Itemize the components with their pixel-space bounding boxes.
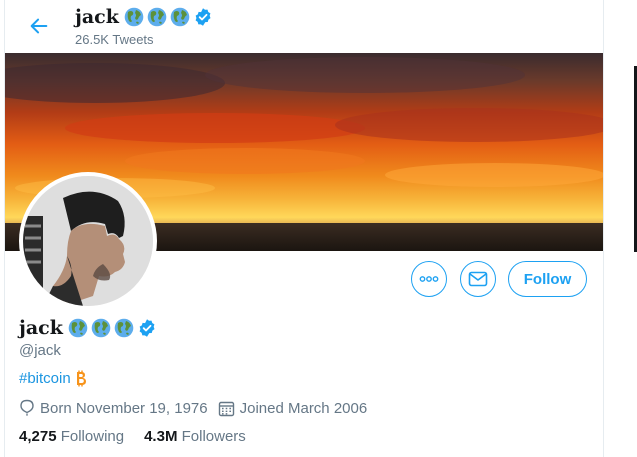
more-horizontal-icon [419,276,439,282]
globe-europe-africa-icon [147,7,167,27]
bio-hashtag-link[interactable]: #bitcoin [19,370,71,387]
profile-column: jack 26.5K Tweets Follow jack @jack #bit… [4,0,604,457]
joined-date: Joined March 2006 [218,399,368,417]
profile-emoji-row [68,318,157,338]
profile-bio: #bitcoin [19,370,87,387]
following-label: Following [60,428,125,445]
profile-avatar[interactable] [19,172,157,310]
following-link[interactable]: 4,275 Following [19,428,124,445]
following-count: 4,275 [19,428,57,445]
profile-meta: Born November 19, 1976 Joined March 2006 [19,399,367,417]
header-title: jack [75,4,213,30]
calendar-icon [218,401,234,416]
globe-asia-australia-icon [114,318,134,338]
verified-badge-icon [193,7,213,27]
profile-name-row: jack [19,317,157,339]
arrow-left-icon [30,18,48,34]
born-date-text: Born November 19, 1976 [40,399,208,417]
followers-count: 4.3M [144,428,178,445]
globe-americas-icon [68,318,88,338]
more-options-button[interactable] [411,261,447,297]
globe-americas-icon [124,7,144,27]
message-button[interactable] [460,261,496,297]
header-name: jack [75,6,119,28]
followers-link[interactable]: 4.3M Followers [144,428,246,445]
born-date: Born November 19, 1976 [19,399,208,417]
envelope-icon [468,271,488,287]
globe-asia-australia-icon [170,7,190,27]
followers-label: Followers [181,428,246,445]
verified-badge-icon [137,318,157,338]
profile-stats: 4,275 Following 4.3M Followers [19,428,246,445]
globe-europe-africa-icon [91,318,111,338]
joined-date-text: Joined March 2006 [239,399,368,417]
header-emoji-row [124,7,213,27]
bitcoin-icon [76,370,86,387]
balloon-icon [20,399,34,416]
profile-handle: @jack [19,342,61,359]
back-button[interactable] [21,8,57,44]
profile-header: jack 26.5K Tweets [5,0,603,52]
follow-button[interactable]: Follow [508,261,587,297]
tweets-count: 26.5K Tweets [75,32,154,47]
profile-display-name: jack [19,317,63,339]
